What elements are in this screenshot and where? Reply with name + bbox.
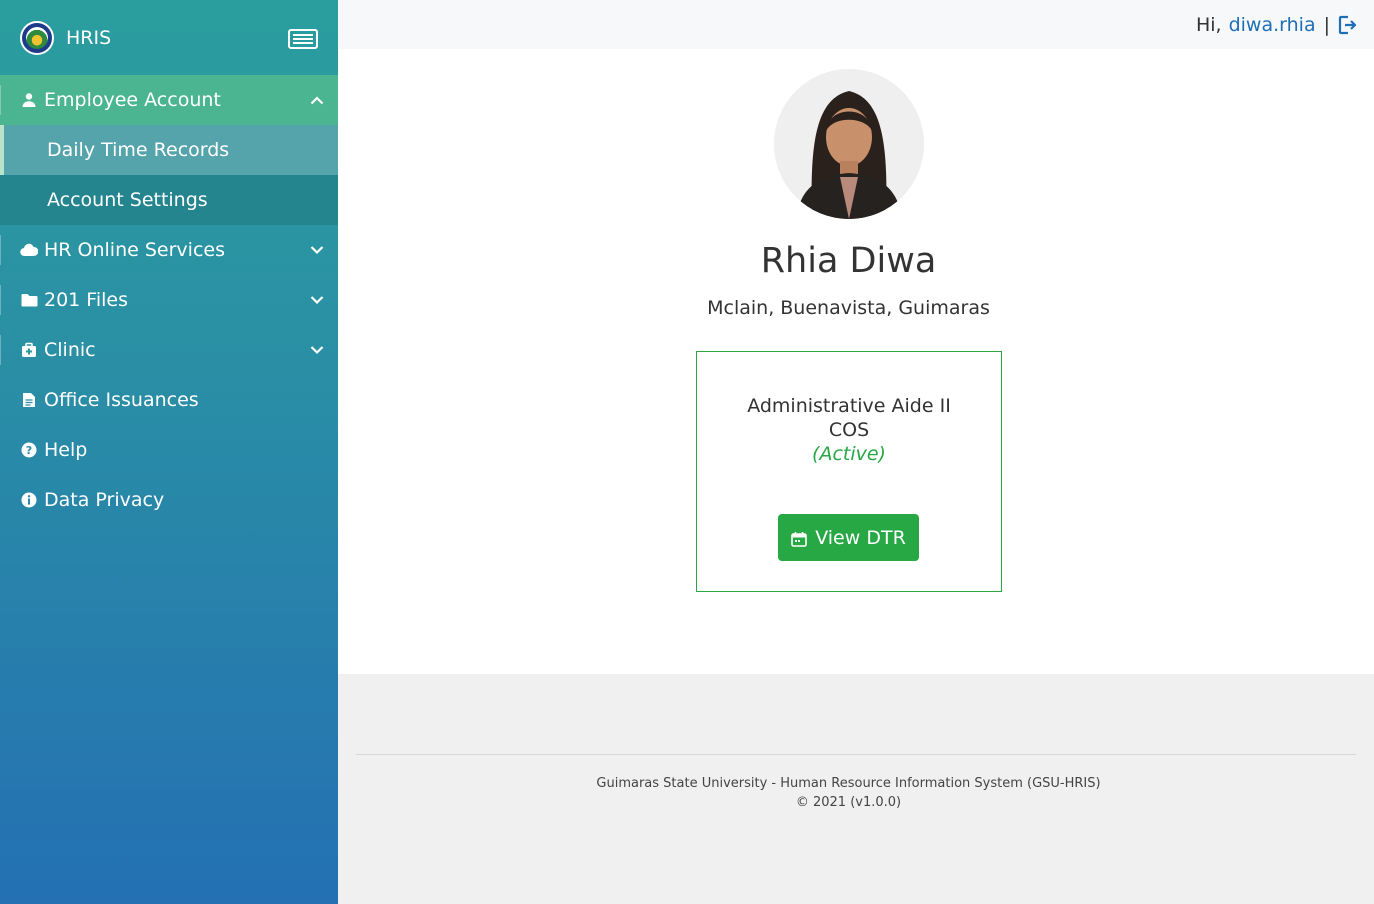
footer-divider <box>356 754 1356 755</box>
sidebar-item-account-settings[interactable]: Account Settings <box>0 175 338 225</box>
main-content: Rhia Diwa Mclain, Buenavista, Guimaras A… <box>338 49 1374 674</box>
sidebar: HRIS Employee Account Daily Time Records… <box>0 0 338 904</box>
chevron-up-icon[interactable] <box>296 75 338 125</box>
sidebar-item-label: 201 Files <box>44 289 128 311</box>
cloud-icon <box>20 241 38 259</box>
sidebar-item-label: Daily Time Records <box>47 139 230 161</box>
employment-card: Administrative Aide II COS (Active) View… <box>696 351 1002 592</box>
position-title: Administrative Aide II <box>747 395 951 417</box>
greeting-text: Hi, <box>1195 14 1222 36</box>
sidebar-item-hr-online-services[interactable]: HR Online Services <box>0 225 338 275</box>
view-dtr-label: View DTR <box>815 526 906 549</box>
svg-text:?: ? <box>26 444 32 457</box>
sidebar-item-label: Office Issuances <box>44 389 199 411</box>
sidebar-item-label: Help <box>44 439 88 461</box>
sidebar-item-label: Account Settings <box>47 189 208 211</box>
employee-name: Rhia Diwa <box>760 241 937 281</box>
footer: Guimaras State University - Human Resour… <box>338 674 1374 904</box>
sidebar-item-daily-time-records[interactable]: Daily Time Records <box>0 125 338 175</box>
footer-copyright: © 2021 (v1.0.0) <box>795 795 902 810</box>
university-logo <box>20 20 54 55</box>
sidebar-brand: HRIS <box>0 0 338 75</box>
sidebar-item-label: Employee Account <box>44 89 221 111</box>
top-bar: Hi, diwa.rhia | <box>338 0 1374 49</box>
calendar-icon <box>791 530 808 547</box>
info-circle-icon <box>20 491 38 509</box>
sidebar-item-employee-account[interactable]: Employee Account <box>0 75 338 125</box>
view-dtr-button[interactable]: View DTR <box>778 514 919 561</box>
medkit-icon <box>20 341 38 359</box>
sidebar-item-help[interactable]: ? Help <box>0 425 338 475</box>
brand-title: HRIS <box>66 26 112 49</box>
folder-icon <box>20 291 38 309</box>
question-circle-icon: ? <box>20 441 38 459</box>
profile-avatar <box>774 69 924 219</box>
employment-type: COS <box>828 419 870 441</box>
sidebar-item-label: Clinic <box>44 339 96 361</box>
sidebar-item-201-files[interactable]: 201 Files <box>0 275 338 325</box>
menu-toggle-icon[interactable] <box>288 29 318 49</box>
chevron-down-icon[interactable] <box>296 225 338 275</box>
user-greeting: Hi, diwa.rhia | <box>1195 14 1357 36</box>
sidebar-item-label: HR Online Services <box>44 239 225 261</box>
document-icon <box>20 391 38 409</box>
sidebar-item-clinic[interactable]: Clinic <box>0 325 338 375</box>
employee-address: Mclain, Buenavista, Guimaras <box>707 297 990 319</box>
user-icon <box>20 91 38 109</box>
footer-system-name: Guimaras State University - Human Resour… <box>596 776 1101 791</box>
chevron-down-icon[interactable] <box>296 275 338 325</box>
sidebar-item-office-issuances[interactable]: Office Issuances <box>0 375 338 425</box>
logout-icon[interactable] <box>1338 15 1357 35</box>
chevron-down-icon[interactable] <box>296 325 338 375</box>
sidebar-item-label: Data Privacy <box>44 489 165 511</box>
separator: | <box>1323 14 1330 36</box>
status-badge: (Active) <box>812 443 886 465</box>
username-link[interactable]: diwa.rhia <box>1229 14 1316 36</box>
sidebar-item-data-privacy[interactable]: Data Privacy <box>0 475 338 525</box>
